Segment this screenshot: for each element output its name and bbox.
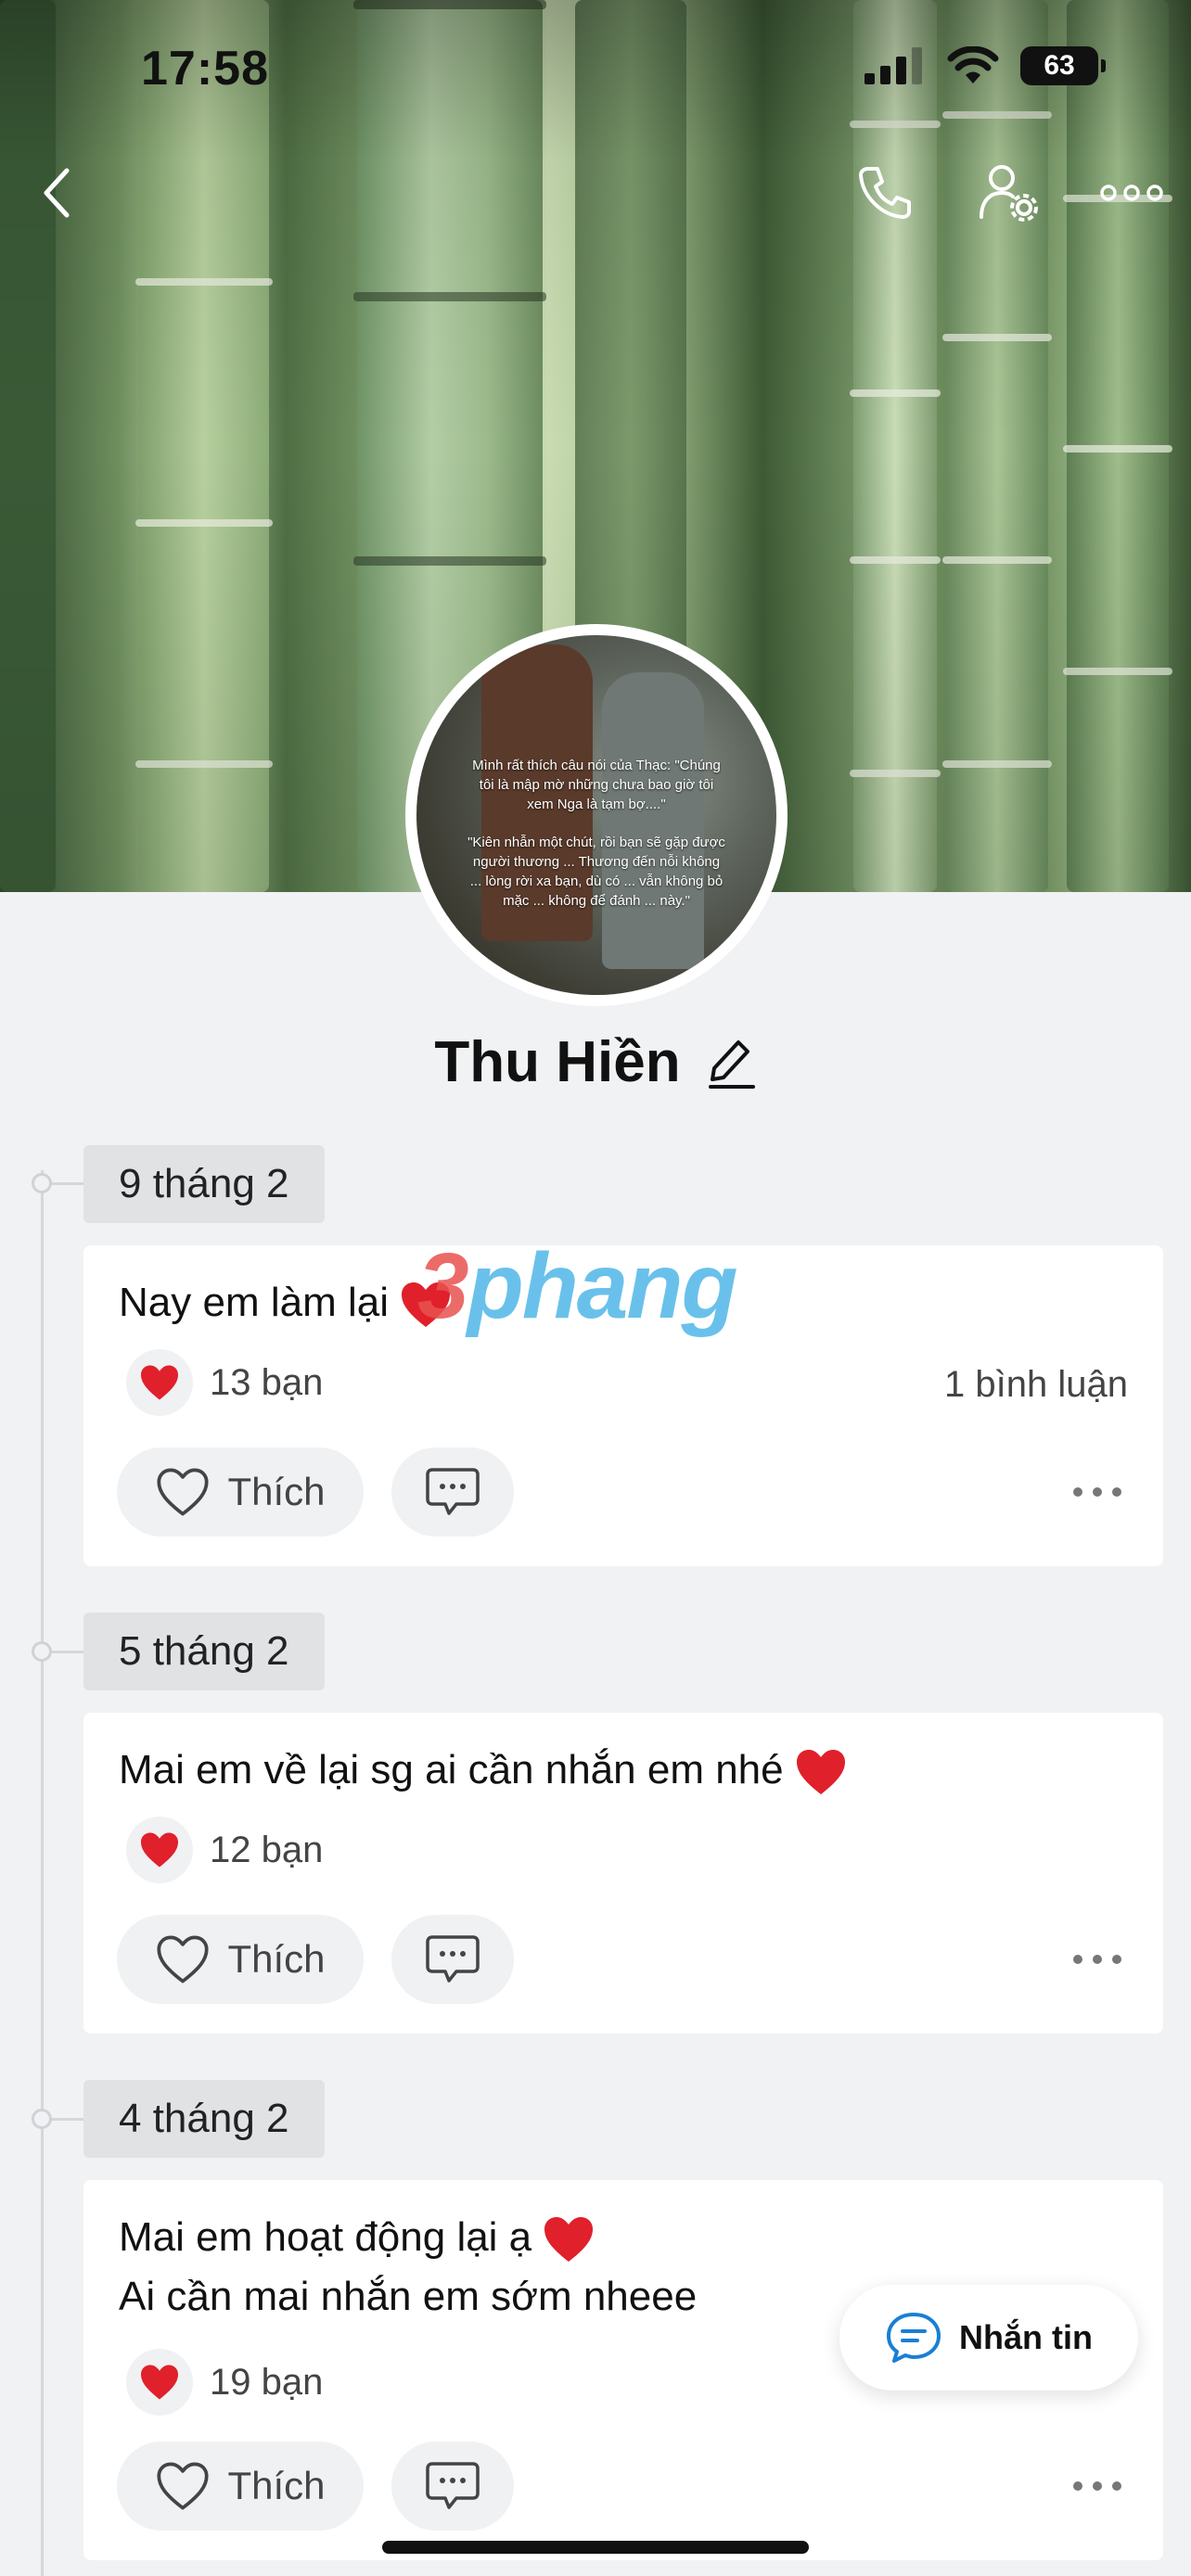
reaction-summary[interactable]: 12 bạn (126, 1817, 323, 1883)
date-chip: 9 tháng 2 (83, 1145, 325, 1223)
comment-button[interactable] (391, 1915, 514, 2004)
comment-icon (426, 1935, 480, 1983)
post-text-content: Mai em về lại sg ai cần nhắn em nhé (119, 1747, 784, 1792)
phone-icon (859, 167, 911, 219)
heart-emoji-icon (141, 2365, 178, 2400)
comment-count[interactable]: 1 bình luận (944, 1364, 1128, 1406)
heart-emoji-icon (141, 1365, 178, 1400)
like-button[interactable]: Thích (117, 1447, 364, 1537)
battery-level: 63 (1044, 50, 1075, 81)
like-label: Thích (227, 2464, 326, 2507)
watermark-digit: 3 (417, 1234, 469, 1338)
avatar-caption-line: Mình rất thích câu nói của Thạc: "Chúng … (472, 758, 721, 812)
reaction-count: 19 bạn (210, 2361, 324, 2403)
chat-icon (887, 2313, 941, 2363)
comment-icon (426, 2462, 480, 2509)
post-text-line2: Ai cần mai nhắn em sớm nheee (119, 2274, 698, 2319)
post-more-button[interactable] (1065, 2468, 1130, 2505)
wifi-icon (947, 46, 999, 83)
avatar-image: Mình rất thích câu nói của Thạc: "Chúng … (416, 635, 776, 995)
profile-avatar[interactable]: Mình rất thích câu nói của Thạc: "Chúng … (405, 624, 788, 1006)
timeline-dot (32, 1641, 52, 1662)
timeline-tick (52, 1182, 83, 1185)
message-button[interactable]: Nhắn tin (839, 2285, 1138, 2391)
heart-outline-icon (157, 1468, 210, 1516)
post-more-button[interactable] (1065, 1941, 1130, 1978)
heart-emoji-icon (141, 1832, 178, 1868)
date-chip: 4 tháng 2 (83, 2080, 325, 2158)
profile-settings-button[interactable] (974, 158, 1044, 228)
like-label: Thích (227, 1937, 326, 1981)
avatar-caption: Mình rất thích câu nói của Thạc: "Chúng … (416, 756, 776, 911)
more-dots-icon (1073, 1955, 1121, 1964)
home-indicator (382, 2541, 809, 2554)
user-settings-icon (980, 165, 1038, 222)
status-time: 17:58 (141, 42, 269, 96)
watermark-text: phang (467, 1234, 738, 1338)
battery-indicator: 63 (1020, 46, 1106, 85)
message-button-label: Nhắn tin (959, 2318, 1093, 2356)
watermark-logo: 3phang (417, 1233, 738, 1340)
like-label: Thích (227, 1470, 326, 1513)
profile-name: Thu Hiền (434, 1030, 681, 1094)
heart-outline-icon (157, 2462, 210, 2510)
like-button[interactable]: Thích (117, 1915, 364, 2004)
more-dots-icon (1073, 2481, 1121, 2491)
edit-pencil-icon[interactable] (705, 1035, 757, 1090)
back-button[interactable] (20, 158, 91, 228)
status-icons: 63 (864, 46, 1106, 85)
timeline-line (41, 1170, 44, 2576)
avatar-caption-line: "Kiên nhẫn một chút, rồi bạn sẽ gặp được… (467, 835, 725, 909)
call-button[interactable] (850, 158, 920, 228)
date-chip: 5 tháng 2 (83, 1613, 325, 1690)
post-text: Mai em về lại sg ai cần nhắn em nhé (119, 1741, 847, 1800)
back-icon (44, 168, 70, 218)
post-text-content: Mai em hoạt động lại ạ (119, 2214, 532, 2260)
profile-name-row: Thu Hiền (0, 1029, 1191, 1095)
post-text: Nay em làm lại (119, 1273, 452, 1333)
timeline-tick (52, 2118, 83, 2121)
like-button[interactable]: Thích (117, 2442, 364, 2531)
timeline-dot (32, 2109, 52, 2129)
reaction-heart-badge (126, 1349, 193, 1416)
timeline-dot (32, 1173, 52, 1193)
reaction-summary[interactable]: 13 bạn (126, 1349, 323, 1416)
heart-outline-icon (157, 1935, 210, 1983)
more-dots-icon (1073, 1487, 1121, 1497)
heart-emoji-icon (544, 2217, 594, 2263)
reaction-heart-badge (126, 1817, 193, 1883)
more-options-button[interactable] (1096, 158, 1167, 228)
post-more-button[interactable] (1065, 1473, 1130, 1511)
timeline-tick (52, 1651, 83, 1653)
reaction-count: 12 bạn (210, 1829, 324, 1870)
reaction-summary[interactable]: 19 bạn (126, 2349, 323, 2416)
cellular-signal-icon (864, 47, 922, 84)
comment-button[interactable] (391, 1447, 514, 1537)
post-text-content: Nay em làm lại (119, 1280, 389, 1325)
reaction-count: 13 bạn (210, 1361, 324, 1403)
heart-emoji-icon (796, 1750, 845, 1795)
reaction-heart-badge (126, 2349, 193, 2416)
more-icon (1100, 185, 1163, 201)
comment-icon (426, 1468, 480, 1515)
post-card[interactable]: Mai em về lại sg ai cần nhắn em nhé 12 b… (83, 1713, 1163, 2034)
post-text: Mai em hoạt động lại ạ Ai cần mai nhắn e… (119, 2208, 697, 2327)
comment-button[interactable] (391, 2442, 514, 2531)
